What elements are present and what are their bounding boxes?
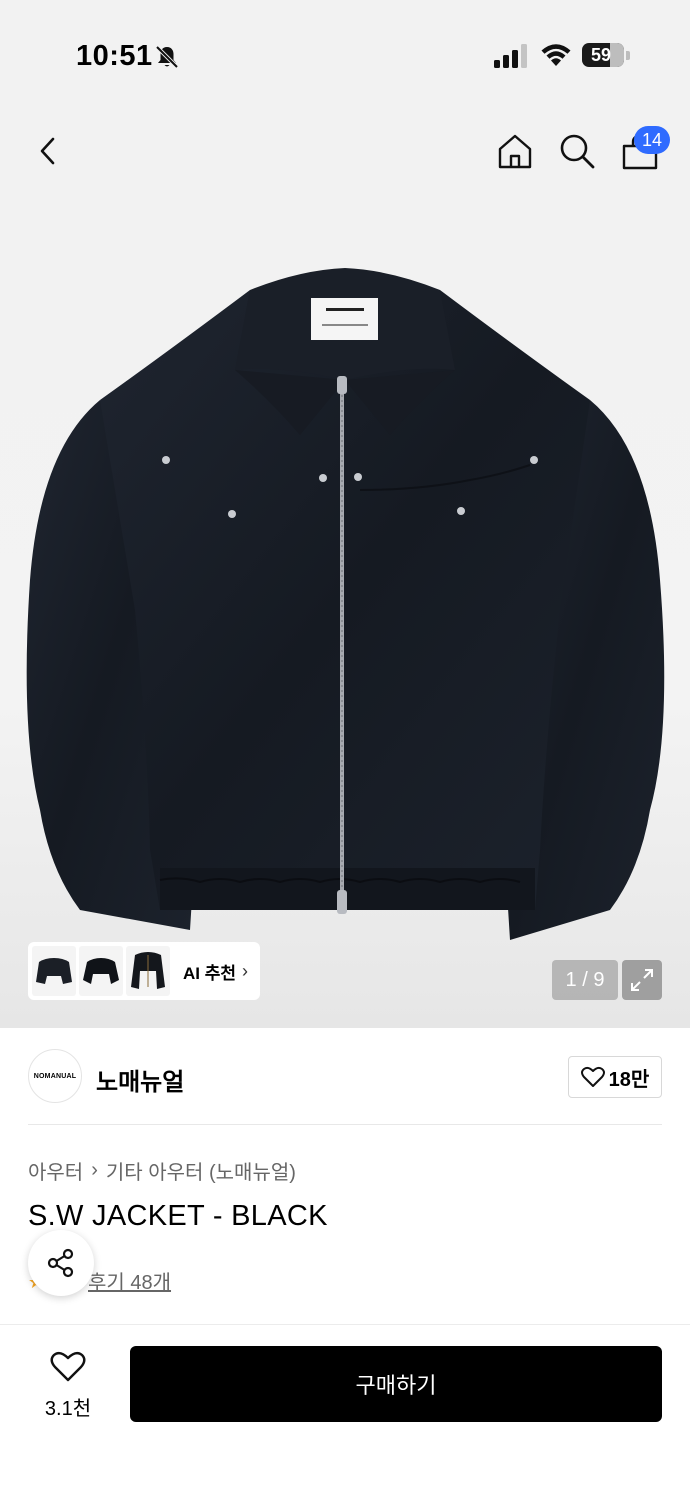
status-time: 10:51	[76, 40, 153, 72]
search-icon[interactable]	[558, 132, 596, 170]
brand-name[interactable]: 노매뉴얼	[96, 1062, 184, 1097]
buy-button[interactable]: 구매하기	[130, 1346, 662, 1422]
product-gallery[interactable]: 14 AI 추천 › 1 / 9	[0, 110, 690, 1028]
brand-like-count: 18만	[608, 1068, 650, 1091]
expand-icon[interactable]	[622, 960, 662, 1000]
ai-thumb-1[interactable]	[32, 946, 76, 996]
breadcrumb: 아우터 › 기타 아우터 (노매뉴얼)	[28, 1156, 296, 1185]
ai-recommendation-label: AI 추천	[183, 963, 237, 983]
chevron-right-icon: ›	[91, 1159, 98, 1181]
ai-recommendation-button[interactable]: AI 추천 ›	[28, 942, 260, 1000]
home-icon[interactable]	[496, 132, 534, 170]
product-title: S.W JACKET - BLACK	[28, 1200, 328, 1232]
heart-icon	[580, 1066, 605, 1087]
divider	[28, 1124, 662, 1125]
review-count-link[interactable]: 후기 48개	[88, 1266, 171, 1295]
battery-level: 59	[590, 45, 612, 65]
brand-row[interactable]: NOMANUAL 노매뉴얼 18만	[28, 1048, 662, 1106]
product-image	[26, 268, 665, 940]
product-like-count: 3.1천	[44, 1398, 92, 1420]
signal-icon	[494, 44, 527, 68]
wifi-icon	[541, 44, 571, 66]
heart-icon	[50, 1351, 86, 1382]
product-like-button[interactable]: 3.1천	[30, 1351, 106, 1421]
breadcrumb-item-other-outer[interactable]: 기타 아우터 (노매뉴얼)	[106, 1156, 296, 1185]
battery-icon: 59	[582, 43, 630, 69]
image-counter: 1 / 9	[552, 960, 618, 1000]
cart-count-badge: 14	[634, 126, 670, 154]
ai-thumb-3[interactable]	[126, 946, 170, 996]
share-icon	[47, 1248, 74, 1278]
back-icon[interactable]	[32, 134, 66, 168]
bell-off-icon	[155, 45, 179, 69]
chevron-right-icon: ›	[242, 960, 249, 981]
breadcrumb-item-outer[interactable]: 아우터	[28, 1156, 83, 1185]
share-button[interactable]	[28, 1230, 94, 1296]
bottom-action-bar: 3.1천 구매하기	[0, 1324, 690, 1500]
status-bar: 10:51 59	[0, 0, 690, 110]
brand-like-button[interactable]: 18만	[568, 1056, 662, 1098]
brand-logo[interactable]: NOMANUAL	[28, 1049, 82, 1103]
ai-thumb-2[interactable]	[79, 946, 123, 996]
